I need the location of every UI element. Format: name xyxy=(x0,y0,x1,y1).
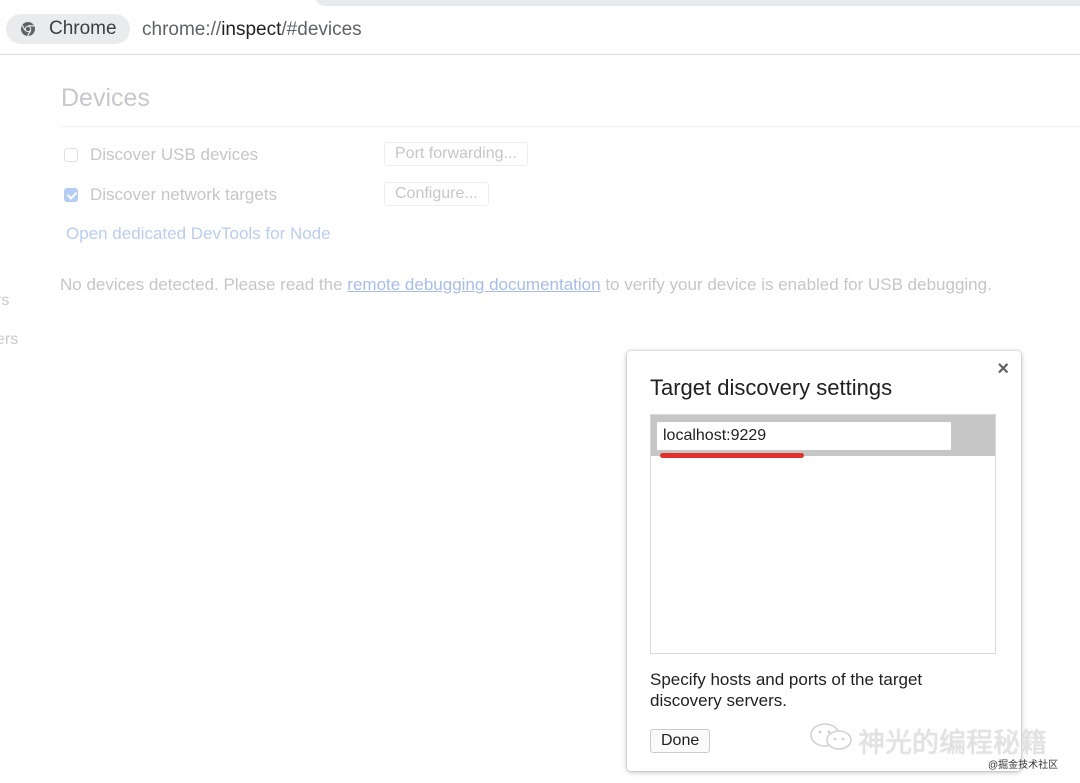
port-forwarding-button[interactable]: Port forwarding... xyxy=(384,142,528,166)
discover-network-checkbox[interactable] xyxy=(64,188,78,202)
sidebar-item-fragment[interactable]: rs xyxy=(0,292,9,310)
discover-network-label: Discover network targets xyxy=(90,185,278,204)
discover-usb-checkbox[interactable] xyxy=(64,148,78,162)
site-info-chip[interactable]: Chrome xyxy=(6,14,130,44)
url-scheme: chrome:// xyxy=(142,19,222,40)
url-path: /#devices xyxy=(281,19,362,40)
host-port-input[interactable] xyxy=(657,422,951,450)
address-bar[interactable]: Chrome chrome://inspect/#devices xyxy=(0,6,1080,55)
page-title: Devices xyxy=(61,84,150,112)
no-devices-message: No devices detected. Please read the rem… xyxy=(60,275,992,295)
configure-button[interactable]: Configure... xyxy=(384,182,489,206)
url-host: inspect xyxy=(221,19,282,40)
sidebar-item-fragment[interactable]: ers xyxy=(0,331,18,349)
discover-usb-option[interactable]: Discover USB devices xyxy=(64,145,258,165)
discover-network-option[interactable]: Discover network targets xyxy=(64,185,277,205)
divider xyxy=(60,126,1080,127)
close-icon[interactable]: × xyxy=(997,359,1009,379)
no-devices-suffix: to verify your device is enabled for USB… xyxy=(600,275,992,294)
chip-label: Chrome xyxy=(49,18,117,39)
done-button[interactable]: Done xyxy=(650,729,711,753)
no-devices-prefix: No devices detected. Please read the xyxy=(60,275,348,294)
chrome-logo-icon xyxy=(21,22,35,37)
wechat-icon xyxy=(810,723,852,750)
discover-usb-label: Discover USB devices xyxy=(90,145,259,164)
url-text[interactable]: chrome://inspect/#devices xyxy=(142,19,362,41)
watermark-small-text: @掘金技术社区 xyxy=(988,760,1059,771)
watermark-text: 神光的编程秘籍 xyxy=(858,728,1047,758)
dialog-description: Specify hosts and ports of the target di… xyxy=(650,670,923,710)
target-list xyxy=(650,414,996,654)
node-devtools-link[interactable]: Open dedicated DevTools for Node xyxy=(66,224,331,244)
remote-debugging-doc-link[interactable]: remote debugging documentation xyxy=(347,275,600,294)
dialog-title: Target discovery settings xyxy=(650,375,893,400)
target-discovery-dialog: × Target discovery settings Specify host… xyxy=(627,351,1021,771)
red-underline-annotation xyxy=(660,453,804,458)
list-item[interactable] xyxy=(651,415,995,456)
